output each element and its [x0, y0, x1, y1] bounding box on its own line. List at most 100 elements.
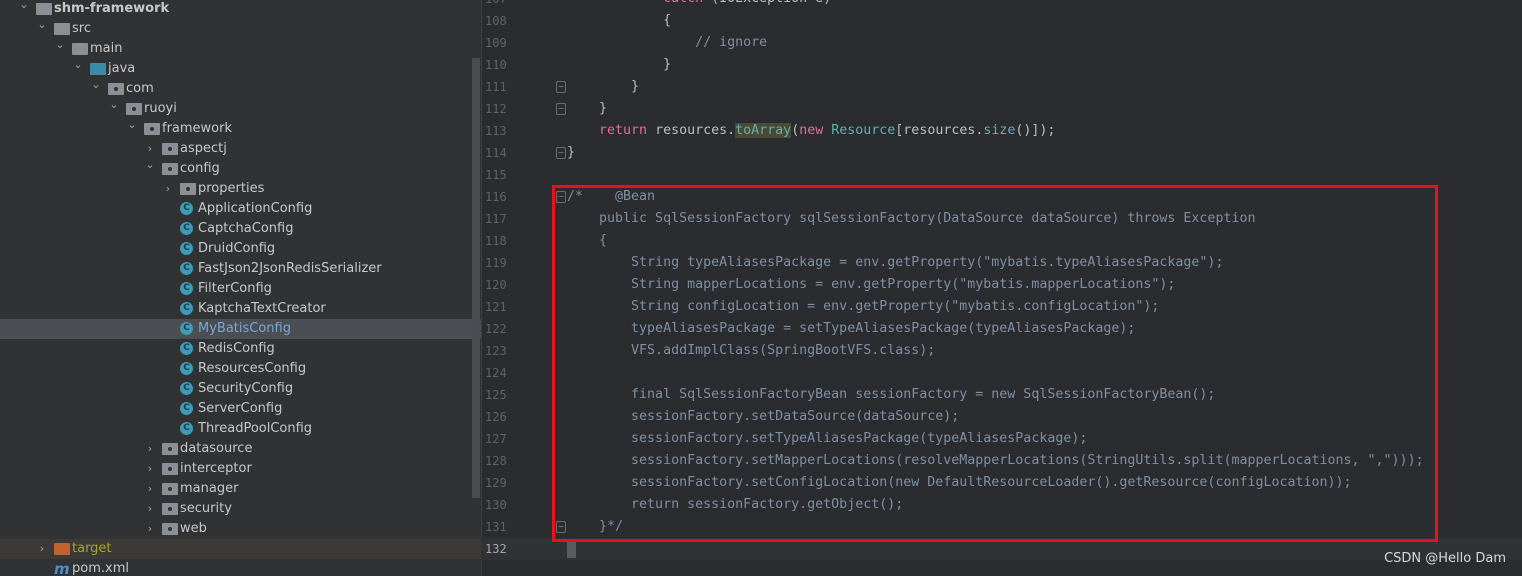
code-token: new — [799, 123, 824, 138]
tree-item[interactable]: ⌄ config — [0, 158, 481, 179]
code-token: ( — [791, 123, 800, 138]
chevron-down-icon[interactable]: ⌄ — [72, 55, 84, 75]
line-number: 127 — [485, 432, 507, 446]
class-icon: C — [180, 262, 193, 275]
project-tree: ⌄ shm-framework ⌄ src ⌄ main ⌄ java ⌄ com ⌄ ruoyi ⌄ f… — [0, 0, 481, 576]
fold-marker-icon[interactable]: − — [556, 81, 566, 93]
code-line: } — [567, 98, 607, 120]
code-token: Resource — [831, 123, 896, 138]
tree-item[interactable]: C FastJson2JsonRedisSerializer — [0, 259, 481, 279]
chevron-down-icon[interactable]: ⌄ — [18, 0, 30, 15]
tree-item-label: web — [180, 521, 207, 536]
tree-item[interactable]: C RedisConfig — [0, 339, 481, 359]
tree-item-label: datasource — [180, 441, 253, 456]
fold-marker-icon[interactable]: − — [556, 147, 566, 159]
tree-item[interactable]: C ApplicationConfig — [0, 199, 481, 219]
highlight-box — [552, 185, 1438, 542]
tree-item[interactable]: C CaptchaConfig — [0, 219, 481, 239]
code-token: } — [567, 57, 672, 72]
line-number: 119 — [485, 256, 507, 270]
chevron-right-icon[interactable]: › — [144, 479, 156, 499]
code-token: size — [983, 123, 1016, 138]
fold-marker-icon[interactable]: − — [556, 103, 566, 115]
tree-item-label: RedisConfig — [198, 341, 275, 356]
class-icon: C — [180, 202, 193, 215]
line-number: 123 — [485, 344, 507, 358]
chevron-right-icon[interactable]: › — [144, 519, 156, 539]
code-token: return — [599, 123, 648, 138]
tree-item-label: FilterConfig — [198, 281, 272, 296]
tree-item[interactable]: C SecurityConfig — [0, 379, 481, 399]
tree-item[interactable]: › properties — [0, 179, 481, 199]
chevron-down-icon[interactable]: ⌄ — [54, 35, 66, 55]
project-tree-scrollbar[interactable] — [472, 58, 480, 498]
package-icon — [162, 523, 178, 535]
line-number: 121 — [485, 300, 507, 314]
chevron-down-icon[interactable]: ⌄ — [126, 115, 138, 135]
class-icon: C — [180, 322, 193, 335]
line-number: 116 — [485, 190, 507, 204]
tree-item[interactable]: › manager — [0, 479, 481, 499]
line-number: 115 — [485, 168, 507, 182]
code-token: toArray — [735, 123, 792, 138]
text-caret — [567, 541, 576, 558]
chevron-right-icon[interactable]: › — [162, 179, 174, 199]
chevron-down-icon[interactable]: ⌄ — [108, 95, 120, 115]
chevron-down-icon[interactable]: ⌄ — [90, 75, 102, 95]
tree-item-label: CaptchaConfig — [198, 221, 294, 236]
chevron-down-icon[interactable]: ⌄ — [36, 15, 48, 35]
code-line: catch (IOException e) — [567, 0, 831, 10]
code-token: ()]); — [1015, 123, 1056, 138]
tree-item[interactable]: › datasource — [0, 439, 481, 459]
code-line: } — [567, 76, 639, 98]
tree-item-label: DruidConfig — [198, 241, 276, 256]
chevron-right-icon[interactable]: › — [144, 499, 156, 519]
tree-item-label: main — [90, 41, 123, 56]
chevron-down-icon[interactable]: ⌄ — [144, 155, 156, 175]
code-line: // ignore — [567, 32, 767, 54]
maven-icon: m — [54, 560, 70, 576]
line-number: 132 — [485, 542, 507, 556]
tree-item[interactable]: m pom.xml — [0, 559, 481, 576]
tree-item[interactable]: C ThreadPoolConfig — [0, 419, 481, 439]
line-number: 129 — [485, 476, 507, 490]
tree-item[interactable]: ⌄ com — [0, 78, 481, 99]
class-icon: C — [180, 382, 193, 395]
tree-item-label: java — [108, 61, 136, 76]
tree-item[interactable]: C KaptchaTextCreator — [0, 299, 481, 319]
code-token: } — [567, 145, 576, 160]
tree-item[interactable]: C ServerConfig — [0, 399, 481, 419]
package-icon — [162, 143, 178, 155]
class-icon: C — [180, 282, 193, 295]
chevron-right-icon[interactable]: › — [144, 459, 156, 479]
tree-item[interactable]: › target — [0, 539, 481, 559]
tree-item-label: manager — [180, 481, 239, 496]
tree-item[interactable]: ⌄ shm-framework — [0, 0, 481, 19]
line-number: 110 — [485, 58, 507, 72]
tree-item[interactable]: C ResourcesConfig — [0, 359, 481, 379]
tree-item[interactable]: ⌄ src — [0, 18, 481, 39]
tree-item[interactable]: ⌄ ruoyi — [0, 98, 481, 119]
tree-item[interactable]: C DruidConfig — [0, 239, 481, 259]
code-line: return resources.toArray(new Resource[re… — [567, 120, 1055, 142]
package-icon — [162, 463, 178, 475]
package-icon — [180, 183, 196, 195]
tree-item[interactable]: › security — [0, 499, 481, 519]
line-number: 120 — [485, 278, 507, 292]
tree-item[interactable]: ⌄ java — [0, 58, 481, 79]
line-number: 130 — [485, 498, 507, 512]
class-icon: C — [180, 302, 193, 315]
tree-item-label: interceptor — [180, 461, 252, 476]
tree-item[interactable]: C MyBatisConfig — [0, 319, 481, 339]
tree-item[interactable]: C FilterConfig — [0, 279, 481, 299]
chevron-right-icon[interactable]: › — [144, 439, 156, 459]
tree-item[interactable]: › web — [0, 519, 481, 539]
tree-item[interactable]: › aspectj — [0, 139, 481, 159]
tree-item-label: aspectj — [180, 141, 227, 156]
module-folder-icon — [36, 3, 52, 15]
tree-item[interactable]: › interceptor — [0, 459, 481, 479]
tree-item[interactable]: ⌄ framework — [0, 118, 481, 139]
chevron-right-icon[interactable]: › — [36, 539, 48, 559]
line-number: 125 — [485, 388, 507, 402]
